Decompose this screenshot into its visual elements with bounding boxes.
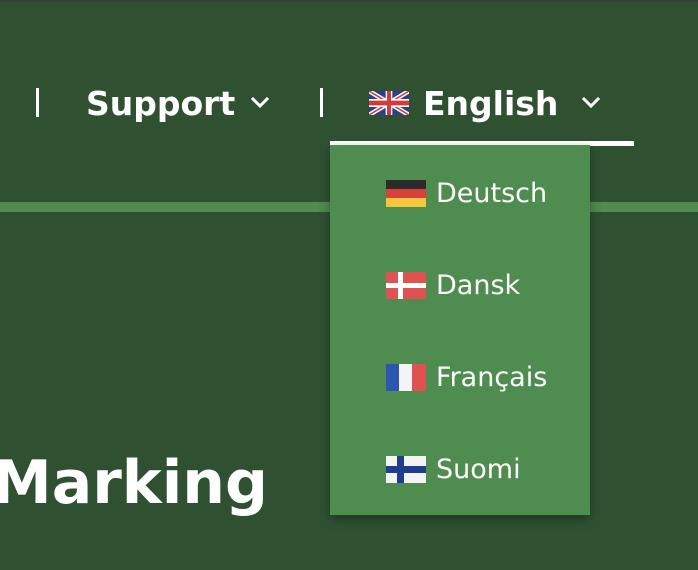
language-option-label: Dansk [436, 269, 521, 301]
language-option-label: Suomi [436, 453, 521, 485]
nav-divider [320, 88, 323, 117]
language-option-dansk[interactable]: Dansk [330, 255, 590, 315]
top-edge [0, 0, 698, 2]
germany-flag-icon [386, 179, 426, 207]
language-option-suomi[interactable]: Suomi [330, 439, 590, 499]
page: Support English Marking Deutsch Dansk Fr… [0, 0, 698, 570]
nav-item-language[interactable]: English [369, 80, 602, 126]
uk-flag-icon [369, 91, 409, 115]
nav-item-support[interactable]: Support [86, 80, 271, 126]
denmark-flag-icon [386, 271, 426, 299]
france-flag-icon [386, 363, 426, 391]
nav-divider [36, 88, 39, 117]
chevron-down-icon [582, 96, 601, 109]
language-option-label: Français [436, 361, 548, 393]
language-option-deutsch[interactable]: Deutsch [330, 163, 590, 223]
finland-flag-icon [386, 455, 426, 483]
language-option-francais[interactable]: Français [330, 347, 590, 407]
chevron-down-icon [251, 96, 270, 109]
nav-item-support-label: Support [86, 83, 236, 123]
language-dropdown-menu: Deutsch Dansk Français Suomi [330, 145, 590, 515]
language-option-label: Deutsch [436, 177, 548, 209]
page-title: Marking [0, 448, 268, 518]
nav-item-language-label: English [423, 83, 559, 123]
